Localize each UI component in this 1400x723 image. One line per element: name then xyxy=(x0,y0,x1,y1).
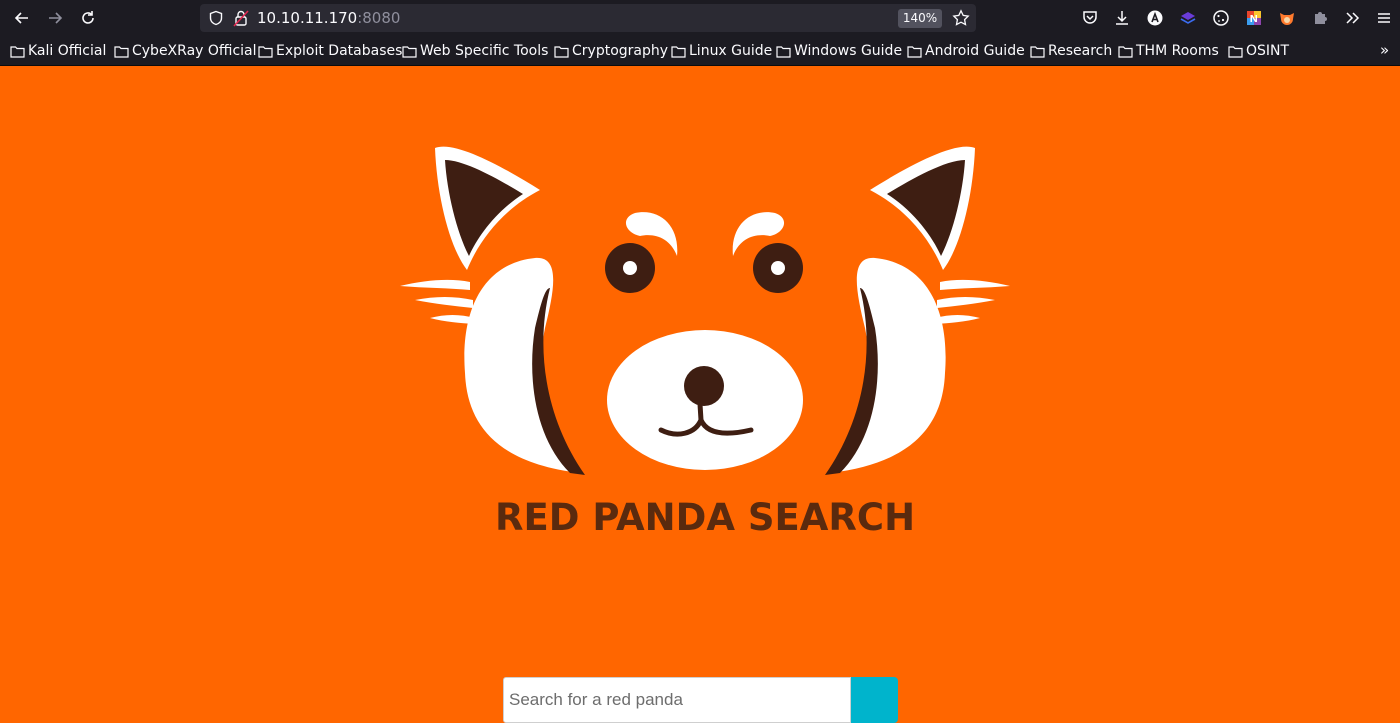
bookmark-label: Research xyxy=(1048,43,1113,59)
multicolor-n-icon xyxy=(1247,11,1261,25)
bookmark-label: Cryptography xyxy=(572,43,669,59)
reload-button[interactable] xyxy=(76,6,100,30)
fox-icon xyxy=(1280,13,1294,25)
right-whiskers xyxy=(935,279,1010,324)
left-whiskers xyxy=(400,279,475,324)
bookmark-folder-web-specific-tools[interactable]: Web Specific Tools xyxy=(402,42,548,60)
url-text[interactable]: 10.10.11.170:8080 xyxy=(257,9,400,27)
search-form xyxy=(503,677,898,723)
zoom-level-badge[interactable]: 140% xyxy=(898,9,942,28)
folder-icon xyxy=(402,45,417,58)
hamburger-menu-icon xyxy=(1378,13,1390,23)
bookmark-label: CybeXRay Official xyxy=(132,43,257,59)
folder-icon xyxy=(114,45,129,58)
url-port: :8080 xyxy=(357,9,401,27)
nose xyxy=(684,366,724,406)
page-title: RED PANDA SEARCH xyxy=(494,496,916,539)
forward-button[interactable] xyxy=(43,6,67,30)
cookie-extension-button[interactable] xyxy=(1210,7,1232,29)
shield-icon[interactable] xyxy=(208,10,224,26)
account-a-icon xyxy=(1147,10,1163,26)
app-menu-button[interactable] xyxy=(1373,7,1395,29)
folder-icon xyxy=(258,45,273,58)
bookmark-label: THM Rooms xyxy=(1136,43,1219,59)
bookmark-folder-osint[interactable]: OSINT xyxy=(1228,42,1289,60)
folder-icon xyxy=(1228,45,1243,58)
layers-icon xyxy=(1180,12,1196,24)
bookmark-label: OSINT xyxy=(1246,43,1290,59)
star-icon[interactable] xyxy=(952,9,970,27)
search-button[interactable] xyxy=(851,677,898,723)
bookmark-label: Android Guide xyxy=(925,43,1025,59)
arrow-right-icon xyxy=(49,12,63,24)
reload-icon xyxy=(82,11,94,24)
toolbar-overflow-button[interactable] xyxy=(1341,7,1363,29)
extensions-button[interactable] xyxy=(1309,7,1331,29)
bookmark-folder-research[interactable]: Research xyxy=(1030,42,1112,60)
downloads-button[interactable] xyxy=(1111,7,1133,29)
folder-icon xyxy=(776,45,791,58)
layers-extension-button[interactable] xyxy=(1177,7,1199,29)
bookmark-folder-cybexray-official[interactable]: CybeXRay Official xyxy=(114,42,257,60)
bookmark-folder-android-guide[interactable]: Android Guide xyxy=(907,42,1025,60)
bookmark-label: Linux Guide xyxy=(689,43,773,59)
bookmark-folder-exploit-databases[interactable]: Exploit Databases xyxy=(258,42,402,60)
bookmarks-overflow-button[interactable]: » xyxy=(1380,41,1389,59)
pocket-button[interactable] xyxy=(1079,7,1101,29)
left-pupil xyxy=(623,261,637,275)
bookmark-folder-kali-official[interactable]: Kali Official xyxy=(10,42,106,60)
bookmark-label: Kali Official xyxy=(28,43,107,59)
folder-icon xyxy=(907,45,922,58)
search-input[interactable] xyxy=(503,677,851,723)
download-icon xyxy=(1116,11,1128,25)
bookmark-folder-linux-guide[interactable]: Linux Guide xyxy=(671,42,772,60)
folder-icon xyxy=(1118,45,1133,58)
bookmark-folder-cryptography[interactable]: Cryptography xyxy=(554,42,668,60)
url-bar[interactable]: 10.10.11.170:8080 140% xyxy=(200,4,976,32)
bookmark-label: Web Specific Tools xyxy=(420,43,549,59)
folder-icon xyxy=(1030,45,1045,58)
folder-icon xyxy=(10,45,25,58)
back-button[interactable] xyxy=(10,6,34,30)
red-panda-logo xyxy=(400,146,1010,478)
bookmark-label: Exploit Databases xyxy=(276,43,403,59)
right-pupil xyxy=(771,261,785,275)
colorful-extension-button[interactable] xyxy=(1243,7,1265,29)
arrow-left-icon xyxy=(14,12,28,24)
insecure-lock-icon[interactable] xyxy=(233,9,249,27)
bookmark-folder-windows-guide[interactable]: Windows Guide xyxy=(776,42,902,60)
pocket-icon xyxy=(1083,11,1097,24)
puzzle-icon xyxy=(1315,12,1327,24)
bookmark-folder-thm-rooms[interactable]: THM Rooms xyxy=(1118,42,1219,60)
folder-icon xyxy=(554,45,569,58)
folder-icon xyxy=(671,45,686,58)
url-host: 10.10.11.170 xyxy=(257,9,358,27)
chevron-double-right-icon xyxy=(1346,12,1360,24)
account-extension-button[interactable] xyxy=(1144,7,1166,29)
bookmark-label: Windows Guide xyxy=(794,43,903,59)
cookie-icon xyxy=(1213,10,1229,26)
browser-toolbar: 10.10.11.170:8080 140% xyxy=(0,0,1400,36)
fox-extension-button[interactable] xyxy=(1276,7,1298,29)
